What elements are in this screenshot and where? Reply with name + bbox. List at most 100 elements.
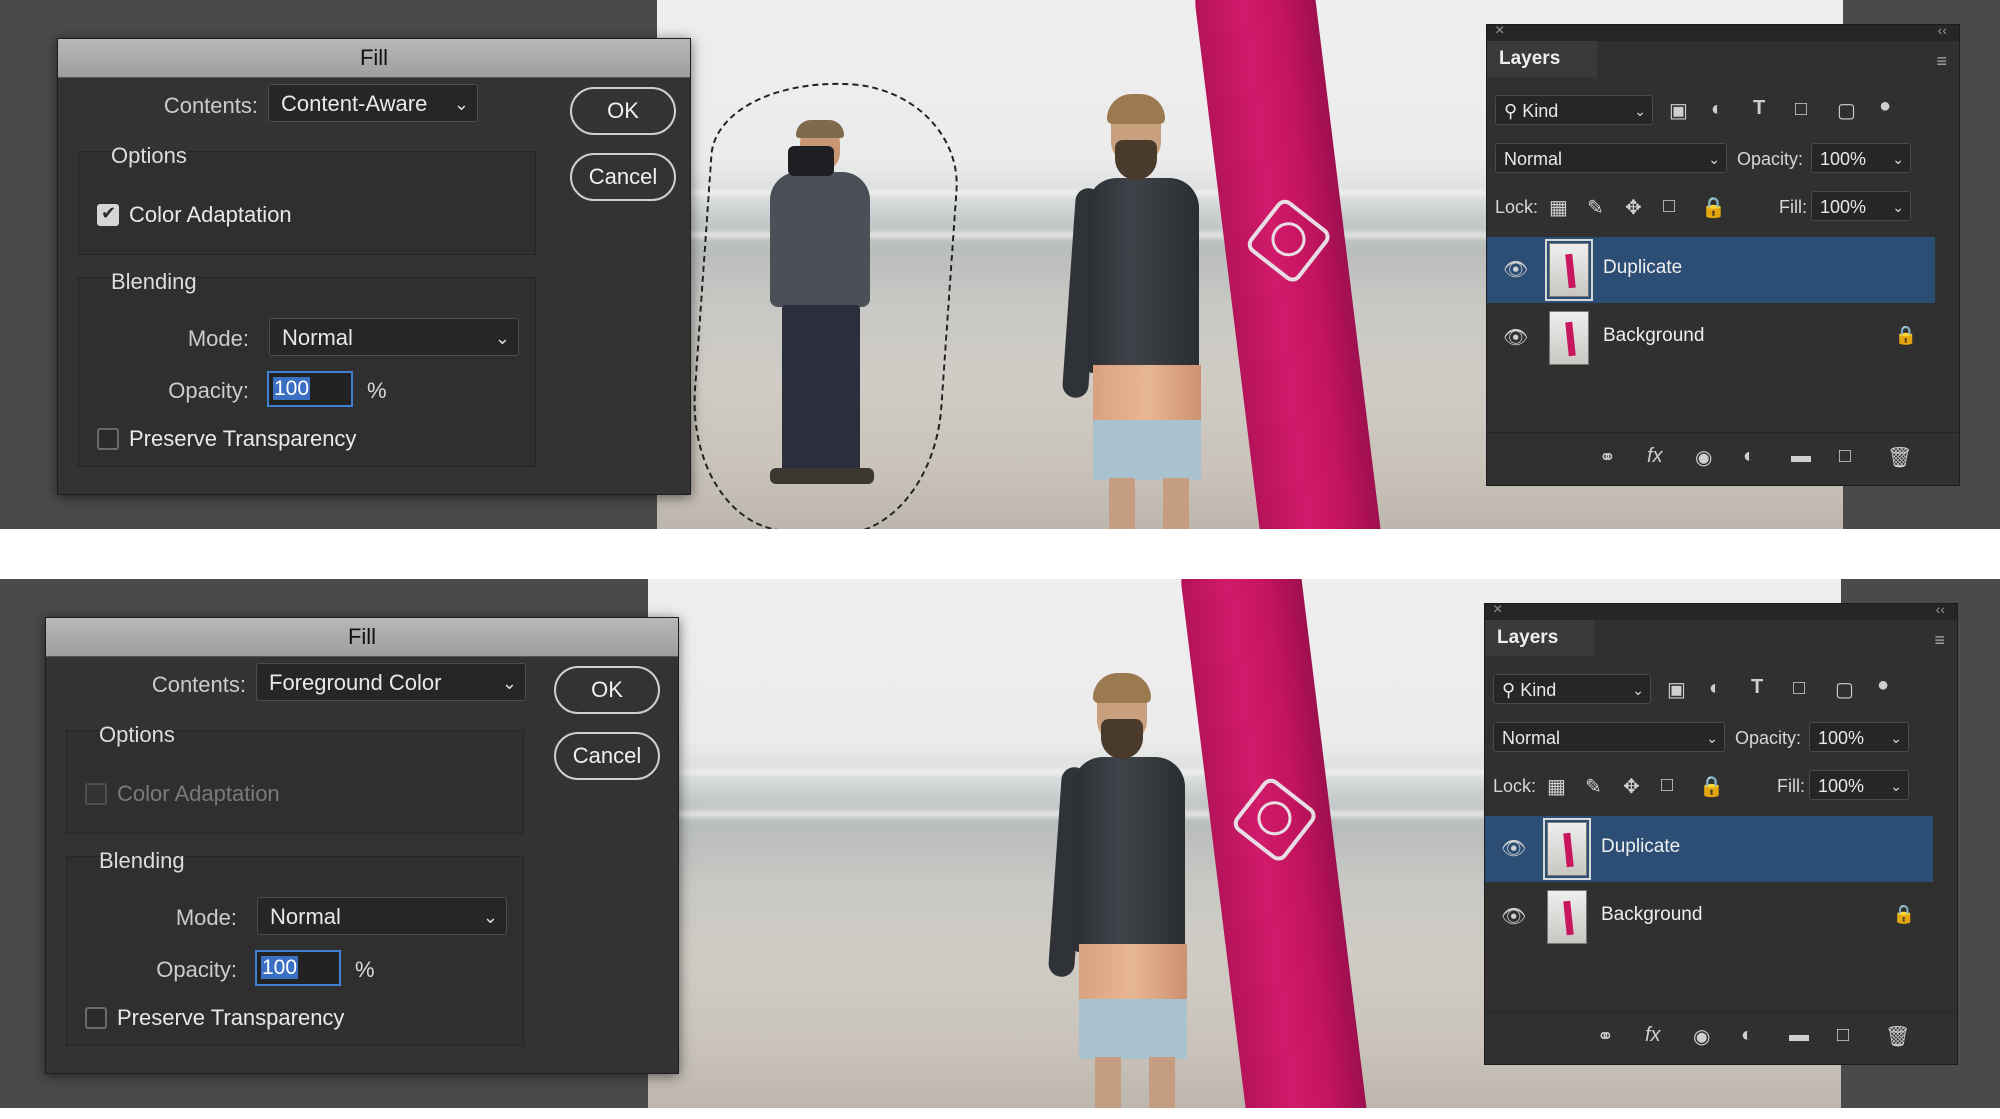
blend-mode-select[interactable]: Normal ⌄ [1493,722,1725,752]
new-layer-icon[interactable]: □ [1839,445,1851,468]
layer-opacity-label: Opacity: [1737,149,1804,169]
layer-row-background[interactable]: 👁 Background 🔒 [1485,884,1933,950]
collapse-icon[interactable]: ‹‹ [1938,22,1947,38]
blending-group: Blending Mode: Normal ⌄ Opacity: 100 % P… [66,848,524,1046]
surfer-wetsuit [1087,178,1199,373]
surfboard-logo [1229,774,1320,865]
lock-all-icon[interactable]: 🔒 [1699,774,1724,799]
image-filter-icon[interactable]: ▣ [1667,677,1686,702]
trash-icon[interactable]: 🗑 [1887,445,1912,470]
lock-icon: 🔒 [1892,904,1915,924]
layer-name: Background [1601,904,1703,925]
blend-mode-select[interactable]: Normal ⌄ [1495,143,1727,173]
color-adaptation-label: Color Adaptation [129,202,292,227]
contents-label: Contents: [163,93,258,118]
layer-style-icon[interactable]: fx [1645,1024,1661,1047]
preserve-transparency-checkbox[interactable] [85,1007,107,1029]
surfboard [1174,579,1372,1108]
new-group-icon[interactable]: ▬ [1789,1024,1809,1047]
surfer-leg [1109,478,1135,529]
lock-image-pixels-icon[interactable]: ✎ [1587,195,1604,220]
lock-all-icon[interactable]: 🔒 [1701,195,1726,220]
color-adaptation-checkbox[interactable] [97,203,119,226]
surfer-wetsuit [1073,757,1185,952]
layer-style-icon[interactable]: fx [1647,445,1663,468]
new-group-icon[interactable]: ▬ [1791,445,1811,468]
surfer-hair [1107,94,1165,124]
filter-toggle-icon[interactable]: ● [1877,674,1889,697]
lock-image-pixels-icon[interactable]: ✎ [1585,774,1602,799]
layer-name: Duplicate [1601,836,1681,857]
dialog-title: Fill [46,618,678,657]
eye-icon[interactable]: 👁 [1501,836,1526,861]
lock-artboard-icon[interactable]: □ [1663,195,1675,218]
lock-position-icon[interactable]: ✥ [1625,195,1642,220]
filter-kind-select[interactable]: ⚲ Kind ⌄ [1495,95,1653,125]
link-layers-icon[interactable]: ⚭ [1599,445,1616,470]
chevron-down-icon: ⌄ [1634,103,1646,119]
lasso-selection[interactable] [684,73,965,529]
cancel-button[interactable]: Cancel [554,732,660,780]
link-layers-icon[interactable]: ⚭ [1597,1024,1614,1049]
mode-select[interactable]: Normal ⌄ [257,897,507,935]
layer-name: Background [1603,325,1705,346]
eye-icon[interactable]: 👁 [1501,904,1526,929]
new-adjustment-icon[interactable]: ◐ [1741,1024,1753,1047]
layer-row-background[interactable]: 👁 Background 🔒 [1487,305,1935,371]
filter-kind-select[interactable]: ⚲ Kind ⌄ [1493,674,1651,704]
panel-menu-icon[interactable]: ≡ [1936,51,1947,72]
fill-input[interactable]: 100% ⌄ [1809,770,1909,800]
smart-object-filter-icon[interactable]: ▢ [1837,98,1856,123]
opacity-unit: % [367,378,387,403]
tab-layers[interactable]: Layers [1487,41,1597,77]
add-mask-icon[interactable]: ◉ [1695,445,1712,470]
chevron-down-icon: ⌄ [1708,151,1720,167]
fill-input[interactable]: 100% ⌄ [1811,191,1911,221]
new-adjustment-icon[interactable]: ◐ [1743,445,1755,468]
panel-topbar: × ‹‹ [1487,22,1959,41]
contents-select[interactable]: Content-Aware ⌄ [268,84,478,122]
adjustment-filter-icon[interactable]: ◐ [1709,677,1721,700]
lock-artboard-icon[interactable]: □ [1661,774,1673,797]
opacity-input[interactable]: 100 [267,371,353,407]
preserve-transparency-label: Preserve Transparency [117,1005,345,1030]
smart-object-filter-icon[interactable]: ▢ [1835,677,1854,702]
options-group: Options Color Adaptation [78,143,536,255]
close-icon[interactable]: × [1493,601,1502,619]
tab-layers[interactable]: Layers [1485,620,1595,656]
shape-filter-icon[interactable]: □ [1795,98,1807,121]
opacity-input[interactable]: 100 [255,950,341,986]
adjustment-filter-icon[interactable]: ◐ [1711,98,1723,121]
collapse-icon[interactable]: ‹‹ [1936,601,1945,617]
close-icon[interactable]: × [1495,22,1504,40]
add-mask-icon[interactable]: ◉ [1693,1024,1710,1049]
type-filter-icon[interactable]: T [1753,97,1765,120]
mode-select[interactable]: Normal ⌄ [269,318,519,356]
ok-button[interactable]: OK [570,87,676,135]
lock-position-icon[interactable]: ✥ [1623,774,1640,799]
layers-footer: ⚭ fx ◉ ◐ ▬ □ 🗑 [1487,432,1959,485]
filter-toggle-icon[interactable]: ● [1879,95,1891,118]
layer-row-duplicate[interactable]: 👁 Duplicate [1485,816,1933,882]
lock-transparent-pixels-icon[interactable]: ▦ [1547,774,1566,799]
eye-icon[interactable]: 👁 [1503,257,1528,282]
preserve-transparency-checkbox[interactable] [97,428,119,450]
trash-icon[interactable]: 🗑 [1885,1024,1910,1049]
ok-button[interactable]: OK [554,666,660,714]
cancel-button[interactable]: Cancel [570,153,676,201]
surfer-beard [1101,719,1143,759]
layer-opacity-input[interactable]: 100% ⌄ [1811,143,1911,173]
shape-filter-icon[interactable]: □ [1793,677,1805,700]
layer-opacity-input[interactable]: 100% ⌄ [1809,722,1909,752]
layer-row-duplicate[interactable]: 👁 Duplicate [1487,237,1935,303]
new-layer-icon[interactable]: □ [1837,1024,1849,1047]
panel-menu-icon[interactable]: ≡ [1934,630,1945,651]
blending-title: Blending [111,269,197,294]
contents-select[interactable]: Foreground Color ⌄ [256,663,526,701]
options-title: Options [99,722,175,747]
image-filter-icon[interactable]: ▣ [1669,98,1688,123]
panel-topbar: × ‹‹ [1485,601,1957,620]
type-filter-icon[interactable]: T [1751,676,1763,699]
lock-transparent-pixels-icon[interactable]: ▦ [1549,195,1568,220]
eye-icon[interactable]: 👁 [1503,325,1528,350]
